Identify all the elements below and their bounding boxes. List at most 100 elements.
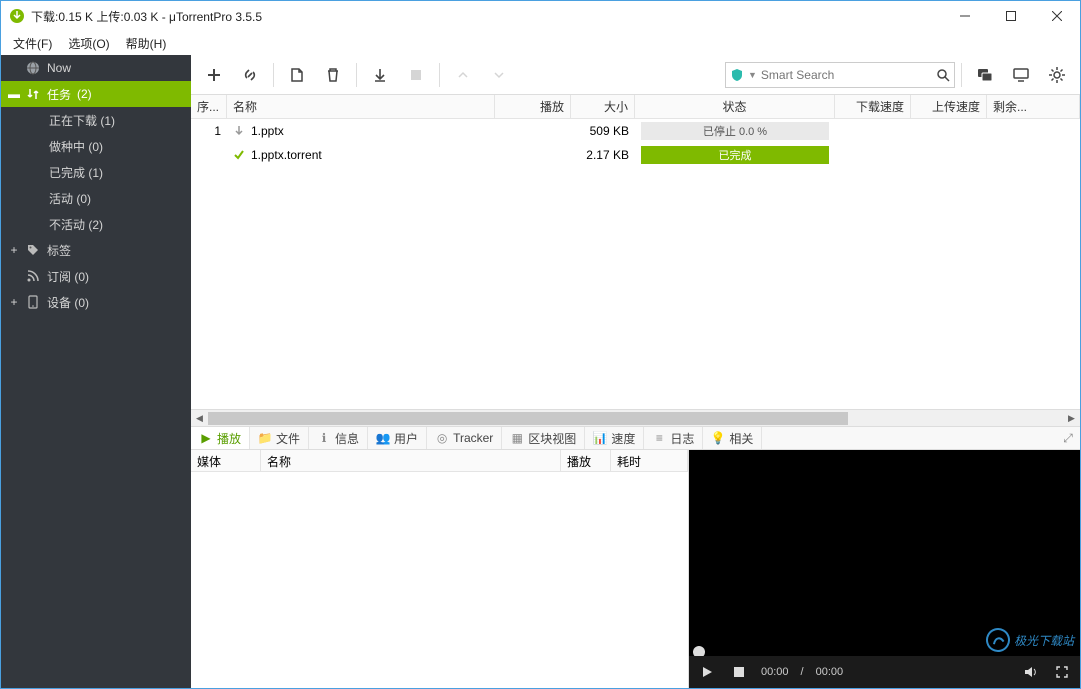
sidebar-tasks-count: (2): [77, 87, 92, 101]
sidebar-feeds-label: 订阅 (0): [47, 268, 89, 285]
col-down-speed[interactable]: 下载速度: [835, 95, 911, 118]
tag-icon: [25, 243, 41, 257]
close-button[interactable]: [1034, 1, 1080, 31]
folder-icon: 📁: [258, 431, 272, 445]
menu-options[interactable]: 选项(O): [60, 33, 117, 54]
titlebar: 下载:0.15 K 上传:0.03 K - μTorrentPro 3.5.5: [1, 1, 1080, 31]
sidebar-item-now[interactable]: Now: [1, 55, 191, 81]
cell-seq: 1: [191, 122, 227, 140]
tab-files[interactable]: 📁文件: [250, 427, 309, 449]
scroll-right-icon[interactable]: ▶: [1063, 410, 1080, 427]
sidebar-item-active[interactable]: 活动 (0): [1, 185, 191, 211]
table-row[interactable]: 1.pptx.torrent2.17 KB已完成: [191, 143, 1080, 167]
device-icon: [25, 295, 41, 309]
dcol-name[interactable]: 名称: [261, 450, 561, 471]
tab-log[interactable]: ≡日志: [644, 427, 703, 449]
col-name[interactable]: 名称: [227, 95, 495, 118]
remove-button[interactable]: [316, 58, 350, 92]
menubar: 文件(F) 选项(O) 帮助(H): [1, 31, 1080, 55]
sidebar-item-completed[interactable]: 已完成 (1): [1, 159, 191, 185]
sidebar-item-devices[interactable]: + 设备 (0): [1, 289, 191, 315]
globe-icon: [25, 61, 41, 75]
users-icon: 👥: [376, 431, 390, 445]
chat-button[interactable]: [968, 58, 1002, 92]
tab-speed[interactable]: 📊速度: [585, 427, 644, 449]
expand-icon: +: [9, 295, 19, 309]
start-button[interactable]: [363, 58, 397, 92]
play-icon: ▶: [199, 431, 213, 445]
transfer-icon: [25, 87, 41, 101]
remote-button[interactable]: [1004, 58, 1038, 92]
table-row[interactable]: 11.pptx 509 KB已停止 0.0 %: [191, 119, 1080, 143]
horizontal-scrollbar[interactable]: ◀ ▶: [191, 409, 1080, 426]
sidebar-item-labels[interactable]: + 标签: [1, 237, 191, 263]
player-fullscreen-button[interactable]: [1052, 666, 1072, 678]
player-play-button[interactable]: [697, 666, 717, 678]
shield-icon: [730, 68, 744, 82]
tab-info[interactable]: ℹ信息: [309, 427, 368, 449]
cell-name: 1.pptx: [227, 122, 495, 140]
sidebar-item-feeds[interactable]: 订阅 (0): [1, 263, 191, 289]
tab-users[interactable]: 👥用户: [368, 427, 427, 449]
col-play[interactable]: 播放: [495, 95, 571, 118]
add-url-button[interactable]: [233, 58, 267, 92]
info-icon: ℹ: [317, 431, 331, 445]
video-player[interactable]: 极光下载站 00:00 / 00:00: [689, 450, 1080, 688]
scroll-thumb[interactable]: [208, 412, 848, 425]
gauge-icon: 📊: [593, 431, 607, 445]
player-progress[interactable]: [689, 648, 1080, 656]
sidebar-tasks-label: 任务: [47, 86, 71, 103]
sidebar-item-inactive[interactable]: 不活动 (2): [1, 211, 191, 237]
window-title: 下载:0.15 K 上传:0.03 K - μTorrentPro 3.5.5: [31, 8, 942, 25]
player-current-time: 00:00: [761, 666, 789, 678]
minimize-button[interactable]: [942, 1, 988, 31]
chevron-down-icon[interactable]: ▼: [748, 70, 757, 80]
bulb-icon: 💡: [711, 431, 725, 445]
expand-icon: +: [9, 243, 19, 257]
col-size[interactable]: 大小: [571, 95, 635, 118]
create-torrent-button[interactable]: [280, 58, 314, 92]
move-up-button[interactable]: [446, 58, 480, 92]
player-controls: 00:00 / 00:00: [689, 656, 1080, 688]
dcol-play[interactable]: 播放: [561, 450, 611, 471]
sidebar-labels-label: 标签: [47, 242, 71, 259]
dcol-elapsed[interactable]: 耗时: [611, 450, 688, 471]
rss-icon: [25, 269, 41, 283]
cell-name: 1.pptx.torrent: [227, 146, 495, 164]
tab-play[interactable]: ▶播放: [191, 427, 250, 449]
cell-size: 509 KB: [571, 122, 635, 140]
sidebar-item-seeding[interactable]: 做种中 (0): [1, 133, 191, 159]
sidebar-item-tasks[interactable]: ▬ 任务 (2): [1, 81, 191, 107]
sidebar-now-label: Now: [47, 61, 71, 75]
player-stop-button[interactable]: [729, 667, 749, 677]
tabs-expand-button[interactable]: ⤢: [1056, 431, 1080, 446]
sidebar-item-downloading[interactable]: 正在下载 (1): [1, 107, 191, 133]
maximize-button[interactable]: [988, 1, 1034, 31]
col-up-speed[interactable]: 上传速度: [911, 95, 987, 118]
toolbar: ▼: [191, 55, 1080, 95]
search-box[interactable]: ▼: [725, 62, 955, 88]
search-icon[interactable]: [936, 68, 950, 82]
player-volume-button[interactable]: [1020, 665, 1040, 679]
tab-tracker[interactable]: ◎Tracker: [427, 427, 502, 449]
col-seq[interactable]: 序...: [191, 95, 227, 118]
add-torrent-button[interactable]: [197, 58, 231, 92]
cell-status: 已完成: [635, 143, 835, 167]
menu-help[interactable]: 帮助(H): [118, 33, 175, 54]
status-icon: [233, 149, 245, 161]
list-icon: ≡: [652, 431, 666, 445]
scroll-left-icon[interactable]: ◀: [191, 410, 208, 427]
app-logo-icon: [9, 8, 25, 24]
search-input[interactable]: [761, 68, 932, 82]
col-remaining[interactable]: 剩余...: [987, 95, 1080, 118]
move-down-button[interactable]: [482, 58, 516, 92]
settings-button[interactable]: [1040, 58, 1074, 92]
col-status[interactable]: 状态: [635, 95, 835, 118]
dcol-media[interactable]: 媒体: [191, 450, 261, 471]
stop-button[interactable]: [399, 58, 433, 92]
sidebar-devices-label: 设备 (0): [47, 294, 89, 311]
tab-related[interactable]: 💡相关: [703, 427, 762, 449]
tab-pieces[interactable]: ▦区块视图: [502, 427, 585, 449]
cell-status: 已停止 0.0 %: [635, 119, 835, 143]
menu-file[interactable]: 文件(F): [5, 33, 60, 54]
